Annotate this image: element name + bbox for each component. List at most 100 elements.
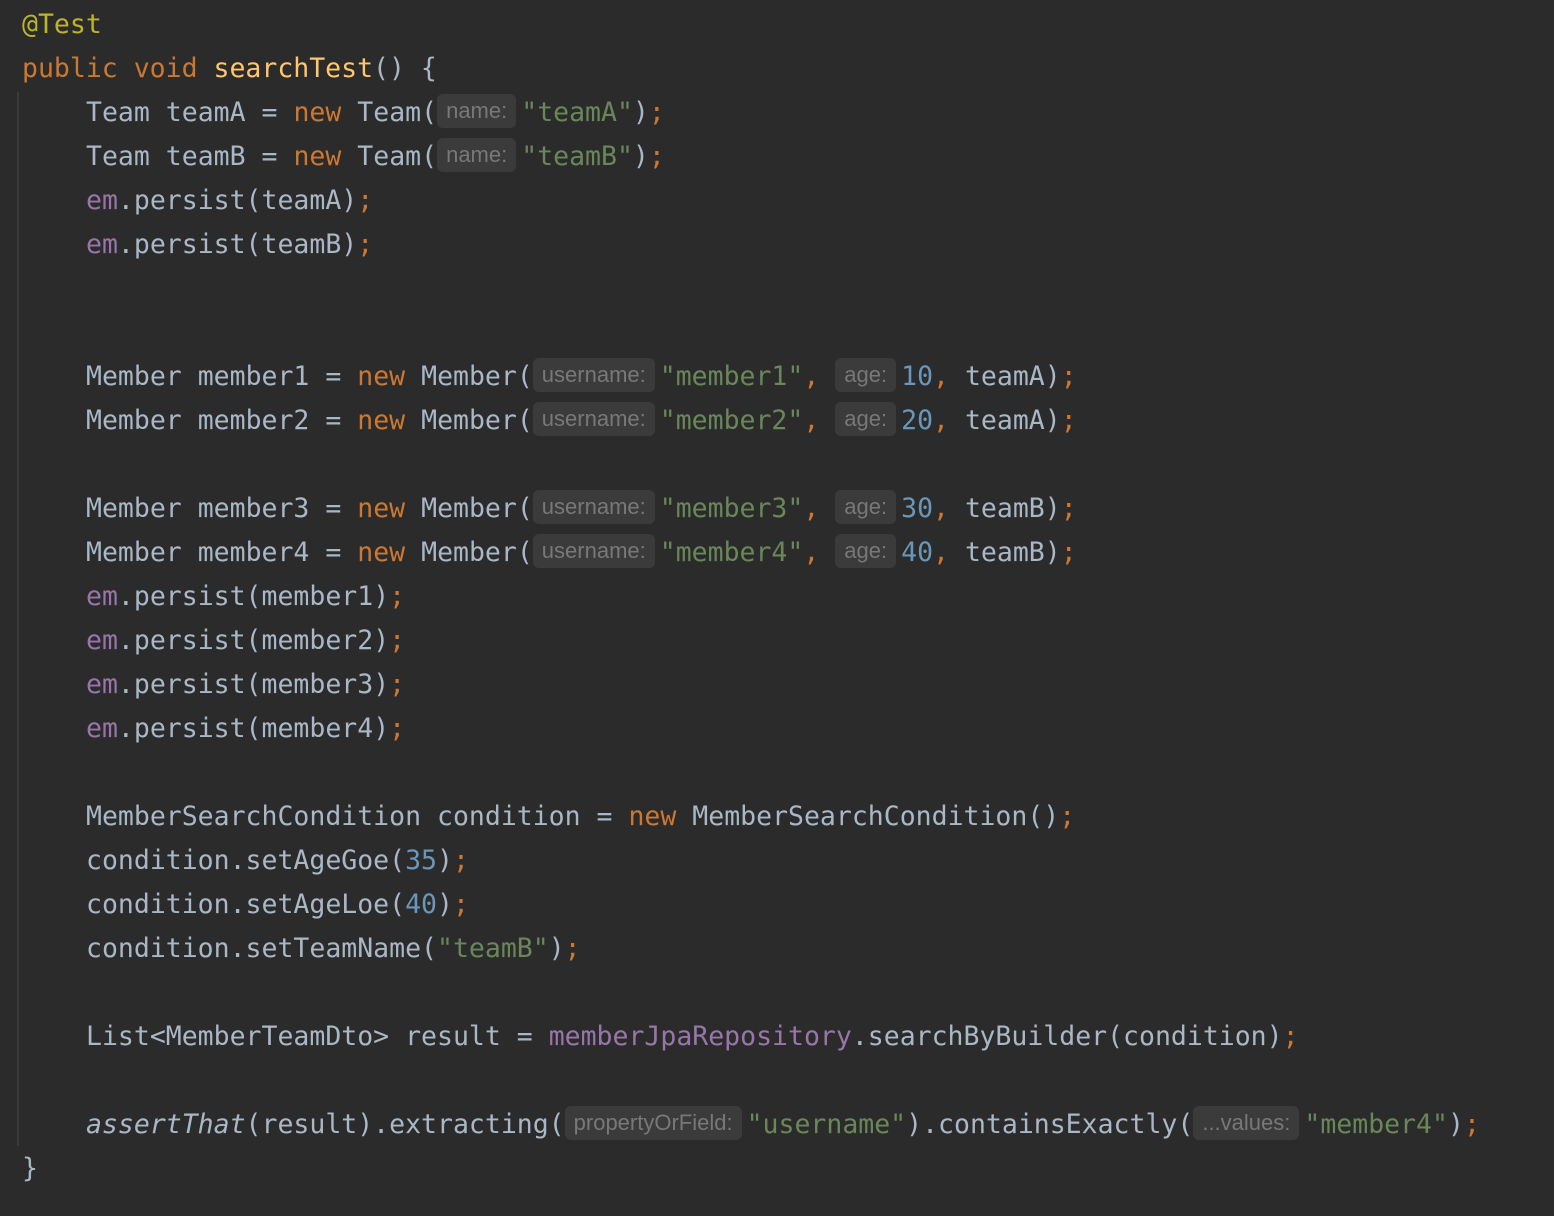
- assign-op: =: [245, 97, 294, 128]
- semicolon: ;: [564, 933, 581, 964]
- static-method-call: assertThat: [86, 1109, 246, 1140]
- number-literal: 20: [901, 405, 934, 436]
- close-paren: ): [437, 845, 453, 876]
- field-em: em: [86, 669, 118, 700]
- variable-name: member4: [197, 537, 310, 568]
- method-call: .persist(teamB): [117, 229, 358, 260]
- param-hint-property: propertyOrField:: [564, 1106, 742, 1140]
- method-call: .persist(member4): [117, 713, 390, 744]
- code-line-25-blank[interactable]: [22, 1059, 1480, 1103]
- code-line-18-blank[interactable]: [22, 751, 1480, 795]
- type-name: Team: [86, 141, 150, 172]
- string-literal: "member1": [659, 361, 804, 392]
- code-line-12[interactable]: Member member3 = new Member(username: "me…: [22, 487, 1480, 531]
- variable-name: member1: [197, 361, 310, 392]
- semicolon: ;: [389, 669, 406, 700]
- param-hint-username: username:: [532, 402, 655, 436]
- string-literal: "member4": [1304, 1109, 1448, 1140]
- field-em: em: [86, 185, 118, 216]
- code-line-21[interactable]: condition.setAgeLoe(40);: [22, 883, 1480, 927]
- keyword-new: new: [293, 97, 342, 128]
- comma: ,: [933, 537, 949, 568]
- code-line-22[interactable]: condition.setTeamName("teamB");: [22, 927, 1480, 971]
- close-paren: ): [437, 889, 453, 920]
- semicolon: ;: [452, 889, 469, 920]
- method-call: condition.setAgeGoe(: [86, 845, 406, 876]
- code-area[interactable]: @Test public void searchTest() { Team te…: [22, 3, 1480, 1191]
- assign-op: =: [245, 141, 294, 172]
- comma: ,: [803, 361, 820, 392]
- close-paren: ): [632, 141, 649, 172]
- close-paren: ): [632, 97, 649, 128]
- team-arg: teamB: [964, 493, 1045, 524]
- variable-name: member3: [197, 493, 310, 524]
- code-line-10[interactable]: Member member2 = new Member(username: "me…: [22, 399, 1480, 443]
- semicolon: ;: [1060, 361, 1077, 392]
- type-name: Member: [86, 405, 182, 436]
- method-call: .persist(teamA): [117, 185, 358, 216]
- code-line-27[interactable]: }: [22, 1147, 1480, 1191]
- code-line-20[interactable]: condition.setAgeGoe(35);: [22, 839, 1480, 883]
- variable-name: teamA: [165, 97, 246, 128]
- code-line-3[interactable]: Team teamA = new Team(name: "teamA");: [22, 91, 1480, 135]
- team-arg: teamA: [964, 405, 1045, 436]
- code-line-14[interactable]: em.persist(member1);: [22, 575, 1480, 619]
- string-literal: "teamB": [521, 141, 633, 172]
- condition-declaration: MemberSearchCondition condition =: [86, 801, 629, 832]
- code-editor[interactable]: @Test public void searchTest() { Team te…: [0, 0, 1554, 1216]
- code-line-23-blank[interactable]: [22, 971, 1480, 1015]
- keyword-new: new: [357, 493, 406, 524]
- semicolon: ;: [1060, 537, 1077, 568]
- param-hint-age: age:: [835, 358, 897, 392]
- code-line-8-blank[interactable]: [22, 311, 1480, 355]
- team-arg: teamA: [964, 361, 1045, 392]
- constructor-call: Team(: [357, 141, 438, 172]
- constructor-call: MemberSearchCondition(): [692, 801, 1060, 832]
- code-line-5[interactable]: em.persist(teamA);: [22, 179, 1480, 223]
- code-line-26[interactable]: assertThat(result).extracting(propertyOr…: [22, 1103, 1480, 1147]
- code-line-16[interactable]: em.persist(member3);: [22, 663, 1480, 707]
- code-line-17[interactable]: em.persist(member4);: [22, 707, 1480, 751]
- method-call: (result).extracting(: [245, 1109, 565, 1140]
- string-literal: "teamA": [521, 97, 633, 128]
- field-em: em: [86, 581, 118, 612]
- code-line-6[interactable]: em.persist(teamB);: [22, 223, 1480, 267]
- param-hint-name: name:: [437, 138, 517, 172]
- code-line-1[interactable]: @Test: [22, 3, 1480, 47]
- semicolon: ;: [389, 581, 406, 612]
- code-line-7-blank[interactable]: [22, 267, 1480, 311]
- code-line-24[interactable]: List<MemberTeamDto> result = memberJpaRe…: [22, 1015, 1480, 1059]
- string-literal: "username": [746, 1109, 907, 1140]
- code-line-11-blank[interactable]: [22, 443, 1480, 487]
- keyword-new: new: [357, 537, 406, 568]
- method-call: condition.setAgeLoe(: [86, 889, 406, 920]
- field-em: em: [86, 625, 118, 656]
- comma: ,: [803, 405, 820, 436]
- method-call: .persist(member2): [117, 625, 390, 656]
- code-line-9[interactable]: Member member1 = new Member(username: "me…: [22, 355, 1480, 399]
- param-hint-username: username:: [532, 534, 655, 568]
- string-literal: "member3": [659, 493, 804, 524]
- code-line-4[interactable]: Team teamB = new Team(name: "teamB");: [22, 135, 1480, 179]
- constructor-call: Team(: [357, 97, 438, 128]
- close-paren: ): [548, 933, 565, 964]
- keyword-new: new: [357, 405, 406, 436]
- keyword-new: new: [628, 801, 677, 832]
- code-line-13[interactable]: Member member4 = new Member(username: "me…: [22, 531, 1480, 575]
- number-literal: 35: [405, 845, 438, 876]
- code-line-2[interactable]: public void searchTest() {: [22, 47, 1480, 91]
- param-hint-name: name:: [437, 94, 517, 128]
- number-literal: 40: [405, 889, 438, 920]
- semicolon: ;: [648, 97, 665, 128]
- indent-guide: [17, 92, 19, 1146]
- code-line-15[interactable]: em.persist(member2);: [22, 619, 1480, 663]
- type-name: Member: [86, 537, 182, 568]
- close-paren: ): [1044, 361, 1061, 392]
- semicolon: ;: [1059, 801, 1076, 832]
- param-hint-username: username:: [532, 358, 655, 392]
- semicolon: ;: [452, 845, 469, 876]
- semicolon: ;: [1282, 1021, 1299, 1052]
- close-paren: ): [1044, 405, 1061, 436]
- code-line-19[interactable]: MemberSearchCondition condition = new Me…: [22, 795, 1480, 839]
- close-paren: ): [1044, 537, 1061, 568]
